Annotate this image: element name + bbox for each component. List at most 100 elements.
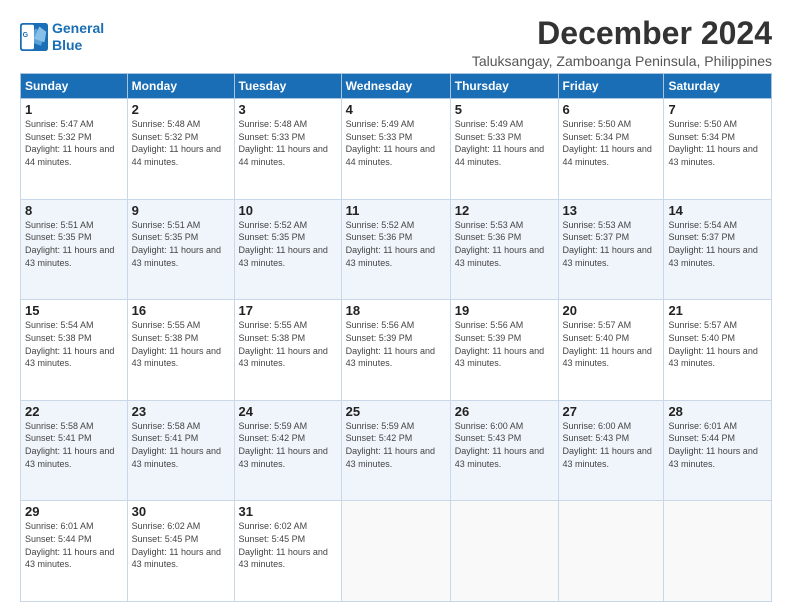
day-info: Sunrise: 5:57 AM Sunset: 5:40 PM Dayligh… xyxy=(668,319,767,369)
calendar-table: SundayMondayTuesdayWednesdayThursdayFrid… xyxy=(20,73,772,602)
location-title: Taluksangay, Zamboanga Peninsula, Philip… xyxy=(472,53,772,69)
day-number: 18 xyxy=(346,303,446,318)
header-friday: Friday xyxy=(558,74,664,99)
day-number: 15 xyxy=(25,303,123,318)
day-cell: 6 Sunrise: 5:50 AM Sunset: 5:34 PM Dayli… xyxy=(558,99,664,200)
day-number: 21 xyxy=(668,303,767,318)
day-cell: 5 Sunrise: 5:49 AM Sunset: 5:33 PM Dayli… xyxy=(450,99,558,200)
day-info: Sunrise: 5:50 AM Sunset: 5:34 PM Dayligh… xyxy=(668,118,767,168)
day-info: Sunrise: 5:51 AM Sunset: 5:35 PM Dayligh… xyxy=(25,219,123,269)
day-info: Sunrise: 5:48 AM Sunset: 5:33 PM Dayligh… xyxy=(239,118,337,168)
month-title: December 2024 xyxy=(472,16,772,51)
day-cell: 10 Sunrise: 5:52 AM Sunset: 5:35 PM Dayl… xyxy=(234,199,341,300)
day-info: Sunrise: 6:01 AM Sunset: 5:44 PM Dayligh… xyxy=(25,520,123,570)
day-cell: 31 Sunrise: 6:02 AM Sunset: 5:45 PM Dayl… xyxy=(234,501,341,602)
day-number: 13 xyxy=(563,203,660,218)
day-info: Sunrise: 6:00 AM Sunset: 5:43 PM Dayligh… xyxy=(563,420,660,470)
day-info: Sunrise: 5:49 AM Sunset: 5:33 PM Dayligh… xyxy=(455,118,554,168)
day-cell: 30 Sunrise: 6:02 AM Sunset: 5:45 PM Dayl… xyxy=(127,501,234,602)
day-info: Sunrise: 5:51 AM Sunset: 5:35 PM Dayligh… xyxy=(132,219,230,269)
day-number: 9 xyxy=(132,203,230,218)
week-row-1: 1 Sunrise: 5:47 AM Sunset: 5:32 PM Dayli… xyxy=(21,99,772,200)
day-info: Sunrise: 5:48 AM Sunset: 5:32 PM Dayligh… xyxy=(132,118,230,168)
day-number: 17 xyxy=(239,303,337,318)
day-cell: 1 Sunrise: 5:47 AM Sunset: 5:32 PM Dayli… xyxy=(21,99,128,200)
day-number: 2 xyxy=(132,102,230,117)
day-number: 7 xyxy=(668,102,767,117)
day-info: Sunrise: 5:53 AM Sunset: 5:37 PM Dayligh… xyxy=(563,219,660,269)
day-info: Sunrise: 5:57 AM Sunset: 5:40 PM Dayligh… xyxy=(563,319,660,369)
day-info: Sunrise: 5:59 AM Sunset: 5:42 PM Dayligh… xyxy=(239,420,337,470)
svg-text:G: G xyxy=(23,32,29,39)
logo: G General Blue xyxy=(20,20,104,54)
title-block: December 2024 Taluksangay, Zamboanga Pen… xyxy=(472,16,772,69)
day-info: Sunrise: 5:54 AM Sunset: 5:38 PM Dayligh… xyxy=(25,319,123,369)
day-cell: 15 Sunrise: 5:54 AM Sunset: 5:38 PM Dayl… xyxy=(21,300,128,401)
day-number: 12 xyxy=(455,203,554,218)
day-number: 20 xyxy=(563,303,660,318)
day-cell: 18 Sunrise: 5:56 AM Sunset: 5:39 PM Dayl… xyxy=(341,300,450,401)
day-cell: 26 Sunrise: 6:00 AM Sunset: 5:43 PM Dayl… xyxy=(450,400,558,501)
day-info: Sunrise: 5:50 AM Sunset: 5:34 PM Dayligh… xyxy=(563,118,660,168)
day-cell: 20 Sunrise: 5:57 AM Sunset: 5:40 PM Dayl… xyxy=(558,300,664,401)
day-info: Sunrise: 5:56 AM Sunset: 5:39 PM Dayligh… xyxy=(346,319,446,369)
day-cell: 4 Sunrise: 5:49 AM Sunset: 5:33 PM Dayli… xyxy=(341,99,450,200)
day-cell: 29 Sunrise: 6:01 AM Sunset: 5:44 PM Dayl… xyxy=(21,501,128,602)
header-row: SundayMondayTuesdayWednesdayThursdayFrid… xyxy=(21,74,772,99)
day-number: 11 xyxy=(346,203,446,218)
day-cell: 22 Sunrise: 5:58 AM Sunset: 5:41 PM Dayl… xyxy=(21,400,128,501)
day-cell: 13 Sunrise: 5:53 AM Sunset: 5:37 PM Dayl… xyxy=(558,199,664,300)
day-info: Sunrise: 5:52 AM Sunset: 5:35 PM Dayligh… xyxy=(239,219,337,269)
day-cell xyxy=(341,501,450,602)
day-cell: 24 Sunrise: 5:59 AM Sunset: 5:42 PM Dayl… xyxy=(234,400,341,501)
day-info: Sunrise: 5:55 AM Sunset: 5:38 PM Dayligh… xyxy=(132,319,230,369)
day-cell: 21 Sunrise: 5:57 AM Sunset: 5:40 PM Dayl… xyxy=(664,300,772,401)
day-number: 23 xyxy=(132,404,230,419)
header-tuesday: Tuesday xyxy=(234,74,341,99)
day-cell: 16 Sunrise: 5:55 AM Sunset: 5:38 PM Dayl… xyxy=(127,300,234,401)
day-cell: 17 Sunrise: 5:55 AM Sunset: 5:38 PM Dayl… xyxy=(234,300,341,401)
day-cell: 19 Sunrise: 5:56 AM Sunset: 5:39 PM Dayl… xyxy=(450,300,558,401)
day-cell: 12 Sunrise: 5:53 AM Sunset: 5:36 PM Dayl… xyxy=(450,199,558,300)
header-monday: Monday xyxy=(127,74,234,99)
day-info: Sunrise: 6:01 AM Sunset: 5:44 PM Dayligh… xyxy=(668,420,767,470)
day-cell xyxy=(664,501,772,602)
page: G General Blue December 2024 Taluksangay… xyxy=(0,0,792,612)
day-number: 16 xyxy=(132,303,230,318)
header-thursday: Thursday xyxy=(450,74,558,99)
day-number: 14 xyxy=(668,203,767,218)
day-info: Sunrise: 5:53 AM Sunset: 5:36 PM Dayligh… xyxy=(455,219,554,269)
day-cell xyxy=(450,501,558,602)
logo-line2: Blue xyxy=(52,37,82,53)
day-info: Sunrise: 6:00 AM Sunset: 5:43 PM Dayligh… xyxy=(455,420,554,470)
day-cell: 14 Sunrise: 5:54 AM Sunset: 5:37 PM Dayl… xyxy=(664,199,772,300)
day-cell: 25 Sunrise: 5:59 AM Sunset: 5:42 PM Dayl… xyxy=(341,400,450,501)
week-row-2: 8 Sunrise: 5:51 AM Sunset: 5:35 PM Dayli… xyxy=(21,199,772,300)
day-info: Sunrise: 6:02 AM Sunset: 5:45 PM Dayligh… xyxy=(132,520,230,570)
header-wednesday: Wednesday xyxy=(341,74,450,99)
day-number: 27 xyxy=(563,404,660,419)
week-row-5: 29 Sunrise: 6:01 AM Sunset: 5:44 PM Dayl… xyxy=(21,501,772,602)
day-number: 31 xyxy=(239,504,337,519)
header-sunday: Sunday xyxy=(21,74,128,99)
day-cell: 3 Sunrise: 5:48 AM Sunset: 5:33 PM Dayli… xyxy=(234,99,341,200)
day-info: Sunrise: 5:47 AM Sunset: 5:32 PM Dayligh… xyxy=(25,118,123,168)
day-cell: 8 Sunrise: 5:51 AM Sunset: 5:35 PM Dayli… xyxy=(21,199,128,300)
day-cell: 27 Sunrise: 6:00 AM Sunset: 5:43 PM Dayl… xyxy=(558,400,664,501)
day-info: Sunrise: 6:02 AM Sunset: 5:45 PM Dayligh… xyxy=(239,520,337,570)
day-number: 10 xyxy=(239,203,337,218)
day-info: Sunrise: 5:56 AM Sunset: 5:39 PM Dayligh… xyxy=(455,319,554,369)
day-number: 30 xyxy=(132,504,230,519)
day-number: 19 xyxy=(455,303,554,318)
day-number: 25 xyxy=(346,404,446,419)
day-number: 5 xyxy=(455,102,554,117)
day-number: 26 xyxy=(455,404,554,419)
day-info: Sunrise: 5:55 AM Sunset: 5:38 PM Dayligh… xyxy=(239,319,337,369)
day-info: Sunrise: 5:52 AM Sunset: 5:36 PM Dayligh… xyxy=(346,219,446,269)
week-row-3: 15 Sunrise: 5:54 AM Sunset: 5:38 PM Dayl… xyxy=(21,300,772,401)
day-number: 28 xyxy=(668,404,767,419)
day-cell xyxy=(558,501,664,602)
day-number: 29 xyxy=(25,504,123,519)
header-saturday: Saturday xyxy=(664,74,772,99)
day-number: 22 xyxy=(25,404,123,419)
